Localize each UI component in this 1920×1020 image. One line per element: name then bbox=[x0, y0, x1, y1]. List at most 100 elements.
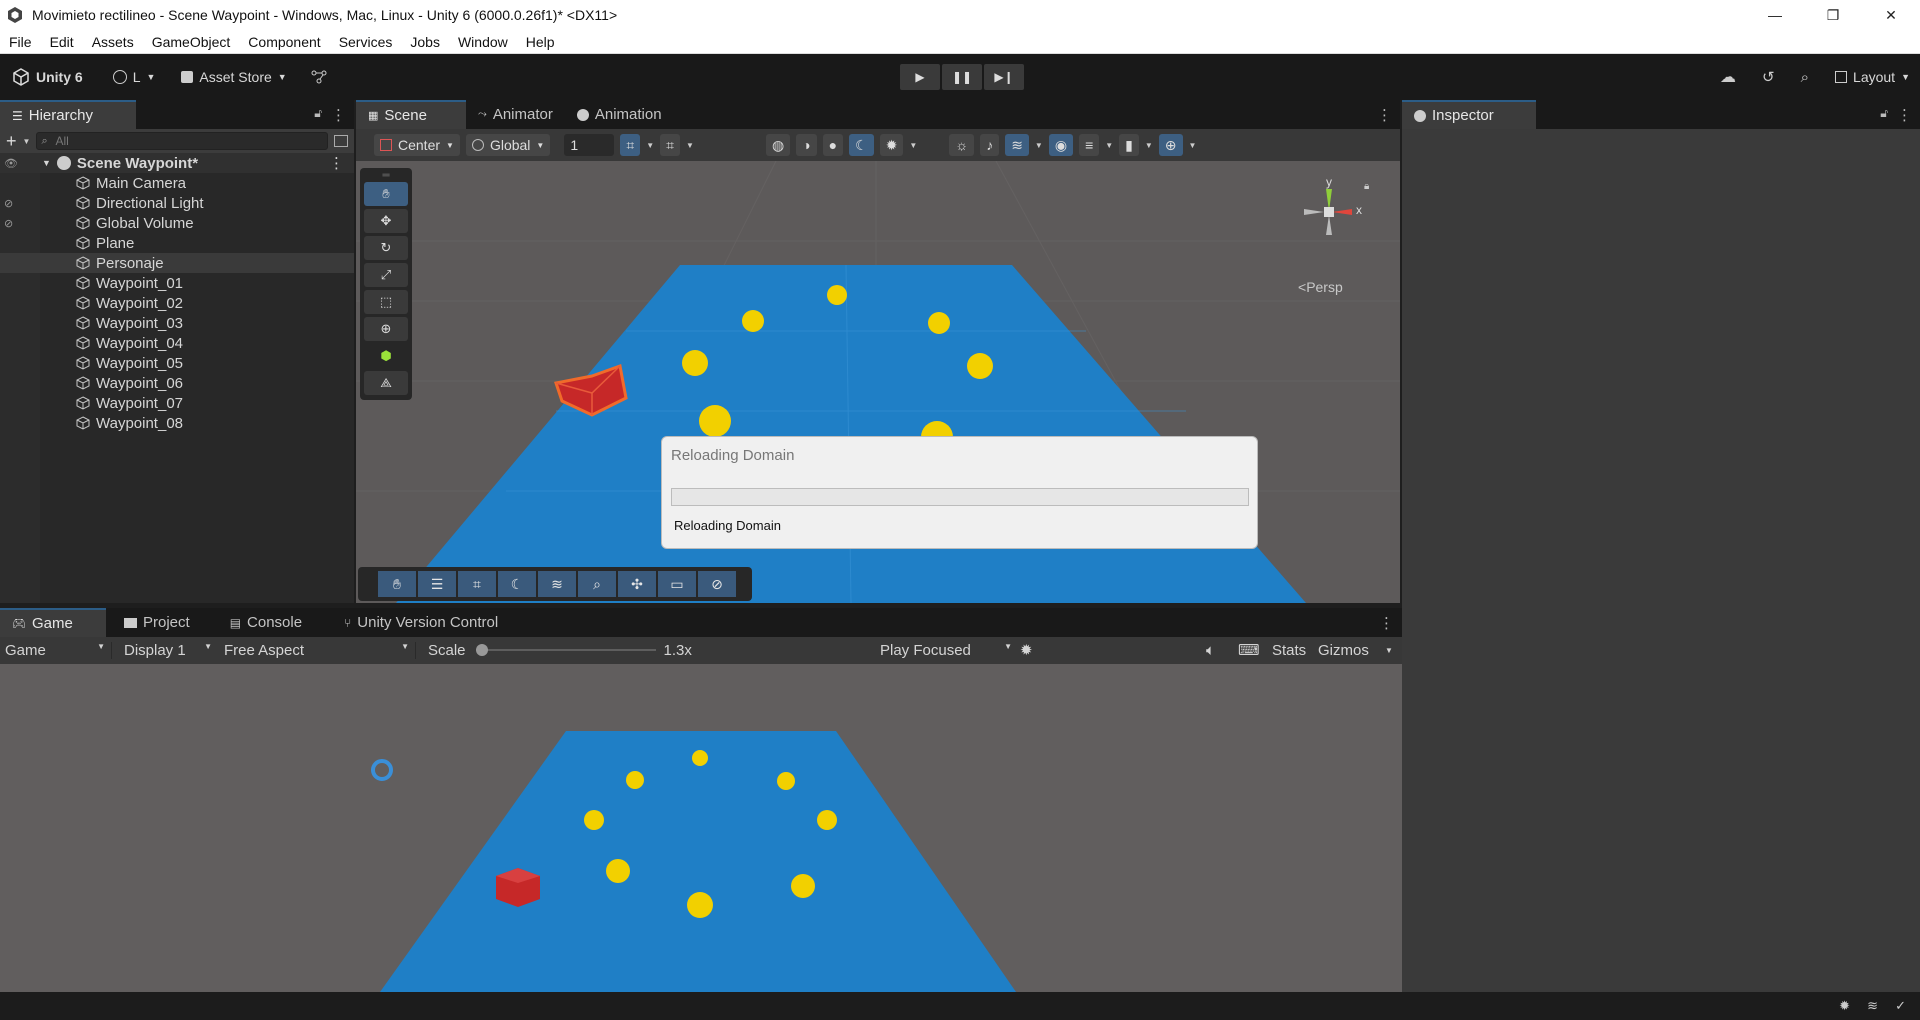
hidden-eye-icon[interactable]: ⊘ bbox=[4, 197, 13, 210]
more-options-icon[interactable]: ⋮ bbox=[331, 106, 346, 124]
unity-account-menu[interactable]: Unity 6 bbox=[12, 68, 83, 86]
game-viewport[interactable] bbox=[0, 664, 1402, 992]
gizmos-button[interactable]: ⊕ bbox=[1158, 134, 1183, 156]
tab-game[interactable]: 🎮︎ Game bbox=[0, 608, 106, 637]
gizmos-button[interactable]: Gizmos bbox=[1318, 642, 1369, 659]
account-dropdown[interactable]: L ▼ bbox=[112, 69, 155, 85]
lighting-toggle-button[interactable]: ☼ bbox=[949, 134, 975, 156]
tab-animation[interactable]: Animation bbox=[565, 100, 674, 129]
asset-store-dropdown[interactable]: Asset Store ▼ bbox=[181, 69, 287, 85]
tab-version-control[interactable]: ⑂ Unity Version Control bbox=[332, 608, 510, 637]
game-mode-dropdown[interactable]: Game ▼ bbox=[0, 641, 112, 659]
cloud-icon[interactable]: ☁ bbox=[1720, 67, 1736, 87]
scale-tool-button[interactable]: ⤢ bbox=[364, 263, 408, 287]
persp-label[interactable]: <Persp bbox=[1298, 279, 1343, 295]
version-control-button[interactable] bbox=[311, 69, 327, 85]
scene-visibility-toggle-icon[interactable] bbox=[334, 135, 348, 147]
scene-root-row[interactable]: 👁︎ ▼ Scene Waypoint* ⋮ bbox=[0, 153, 354, 173]
hand-tool-button-2[interactable]: ✋︎ bbox=[378, 571, 416, 597]
add-icon[interactable]: + bbox=[6, 131, 17, 152]
drag-handle[interactable]: ═ bbox=[364, 170, 408, 181]
chevron-down-icon[interactable]: ▼ bbox=[909, 141, 917, 150]
rotate-tool-button[interactable]: ↻ bbox=[364, 236, 408, 260]
pivot-dropdown[interactable]: Center ▼ bbox=[374, 134, 460, 156]
menu-services[interactable]: Services bbox=[330, 34, 402, 50]
grid-snap-button[interactable]: ⌗ bbox=[620, 134, 641, 156]
pause-button[interactable]: ❚❚ bbox=[942, 64, 982, 90]
scene-visibility-button[interactable]: ◉ bbox=[1048, 134, 1074, 156]
keyboard-shortcuts-icon[interactable]: ⌨ bbox=[1238, 641, 1260, 659]
step-button[interactable]: ▶❙ bbox=[984, 64, 1024, 90]
layers-button[interactable]: ≡ bbox=[1079, 134, 1100, 156]
chevron-down-icon[interactable]: ▼ bbox=[1145, 141, 1153, 150]
menu-gameobject[interactable]: GameObject bbox=[143, 34, 240, 50]
effects-toggle-button[interactable]: ≋ bbox=[1005, 134, 1029, 156]
scale-slider[interactable] bbox=[475, 643, 656, 657]
chevron-down-icon[interactable]: ▼ bbox=[1035, 141, 1043, 150]
chevron-down-icon[interactable]: ▼ bbox=[1105, 141, 1113, 150]
search-icon[interactable]: ⌕ bbox=[1801, 69, 1809, 86]
chevron-down-icon[interactable]: ▼ bbox=[686, 141, 694, 150]
hierarchy-item[interactable]: Waypoint_03 bbox=[0, 313, 354, 333]
hierarchy-item[interactable]: Waypoint_08 bbox=[0, 413, 354, 433]
more-options-icon[interactable]: ⋮ bbox=[1379, 614, 1394, 632]
menu-file[interactable]: File bbox=[0, 34, 41, 50]
frame-debugger-icon[interactable]: ✹ bbox=[1020, 641, 1033, 659]
hierarchy-item[interactable]: ⊘ Global Volume bbox=[0, 213, 354, 233]
expand-arrow-icon[interactable]: ▼ bbox=[42, 158, 51, 168]
tab-animator[interactable]: ⤳ Animator bbox=[466, 100, 565, 129]
settings-sliders-button[interactable]: ☰ bbox=[418, 571, 456, 597]
hierarchy-item[interactable]: Waypoint_07 bbox=[0, 393, 354, 413]
rect-tool-button[interactable]: ⬚ bbox=[364, 290, 408, 314]
snap-value-field[interactable]: 1 bbox=[564, 134, 615, 156]
audio-toggle-button[interactable]: ♪ bbox=[980, 134, 1000, 156]
stats-button[interactable]: Stats bbox=[1272, 642, 1306, 659]
unlit-draw-mode-button[interactable]: ☾ bbox=[849, 134, 874, 156]
chevron-down-icon[interactable]: ▼ bbox=[646, 141, 654, 150]
space-dropdown[interactable]: Global ▼ bbox=[465, 134, 551, 156]
tab-inspector[interactable]: Inspector bbox=[1402, 100, 1536, 129]
custom-tool-button[interactable]: ⬢ bbox=[364, 344, 408, 368]
transform-tool-button[interactable]: ⊕ bbox=[364, 317, 408, 341]
close-button[interactable]: ✕ bbox=[1862, 0, 1920, 30]
grid-toggle-button[interactable]: ⌗ bbox=[458, 571, 496, 597]
maximize-button[interactable]: ❐ bbox=[1804, 0, 1862, 30]
aspect-dropdown[interactable]: Free Aspect ▼ bbox=[216, 641, 416, 659]
lock-icon[interactable]: 🔓︎ bbox=[314, 106, 322, 121]
wireframe-draw-mode-button[interactable]: ◍ bbox=[765, 134, 791, 156]
play-button[interactable]: ▶ bbox=[900, 64, 940, 90]
checkmark-icon[interactable]: ✓ bbox=[1895, 998, 1906, 1014]
tab-scene[interactable]: ▦ Scene bbox=[356, 100, 466, 129]
hierarchy-item[interactable]: Waypoint_01 bbox=[0, 273, 354, 293]
chevron-down-icon[interactable]: ▼ bbox=[23, 137, 31, 146]
more-options-icon[interactable]: ⋮ bbox=[1897, 106, 1912, 124]
camera-tool-button[interactable]: ▭ bbox=[658, 571, 696, 597]
pivot-tool-button[interactable]: ✣ bbox=[618, 571, 656, 597]
hierarchy-item[interactable]: Waypoint_04 bbox=[0, 333, 354, 353]
hierarchy-item[interactable]: ⊘ Directional Light bbox=[0, 193, 354, 213]
chevron-down-icon[interactable]: ▼ bbox=[1385, 646, 1393, 655]
history-icon[interactable]: ↺ bbox=[1762, 68, 1775, 86]
debug-draw-mode-button[interactable]: ✹ bbox=[879, 134, 904, 156]
menu-assets[interactable]: Assets bbox=[83, 34, 143, 50]
tab-console[interactable]: ▤ Console bbox=[218, 608, 314, 637]
compass-button[interactable]: ⊘ bbox=[698, 571, 736, 597]
chevron-down-icon[interactable]: ▼ bbox=[1189, 141, 1197, 150]
hierarchy-search-input[interactable]: ⌕ All bbox=[36, 132, 328, 150]
pathing-tool-button[interactable]: ⟁ bbox=[364, 371, 408, 395]
menu-help[interactable]: Help bbox=[517, 34, 564, 50]
debug-icon[interactable]: ✹ bbox=[1839, 998, 1850, 1014]
hierarchy-item[interactable]: Personaje bbox=[0, 253, 354, 273]
gizmo-lock-icon[interactable]: 🔒︎ bbox=[1364, 181, 1369, 192]
camera-settings-button[interactable]: ▮ bbox=[1119, 134, 1139, 156]
shading-toggle-button[interactable]: ☾ bbox=[498, 571, 536, 597]
hierarchy-item[interactable]: Plane bbox=[0, 233, 354, 253]
menu-jobs[interactable]: Jobs bbox=[401, 34, 449, 50]
more-options-icon[interactable]: ⋮ bbox=[329, 154, 344, 172]
shaded-wireframe-button[interactable]: ◑ bbox=[796, 134, 817, 156]
tab-hierarchy[interactable]: ☰ Hierarchy bbox=[0, 100, 136, 129]
move-tool-button[interactable]: ✥ bbox=[364, 209, 408, 233]
visibility-icon[interactable]: 👁︎ bbox=[4, 157, 18, 170]
zoom-button[interactable]: ⌕ bbox=[578, 571, 616, 597]
increment-snap-button[interactable]: ⌗ bbox=[660, 134, 681, 156]
